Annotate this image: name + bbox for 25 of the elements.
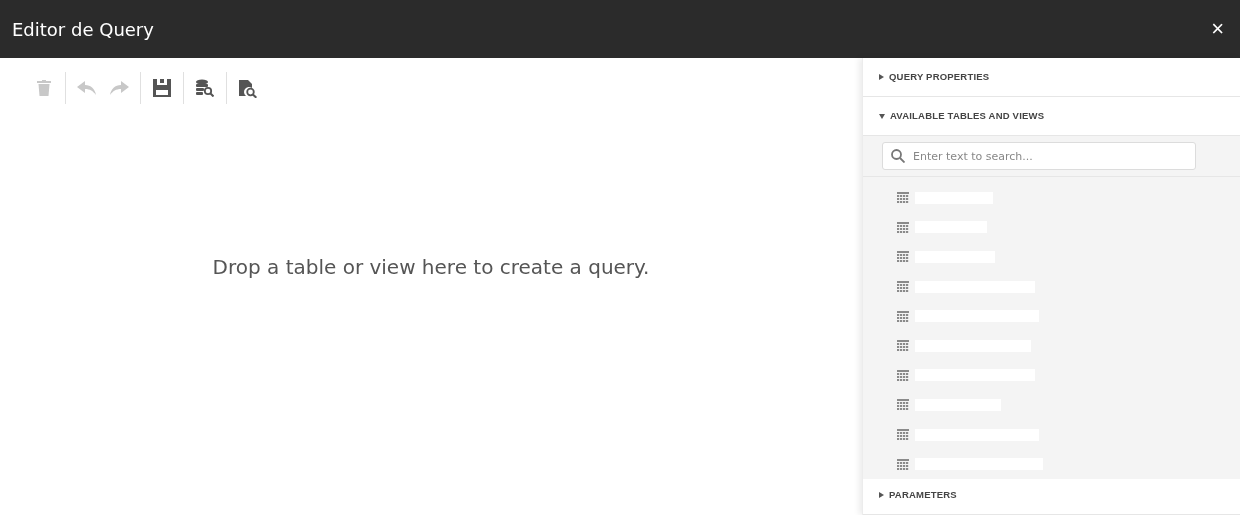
section-header[interactable]: PARAMETERS	[863, 476, 1240, 515]
window-title: Editor de Query	[12, 17, 154, 42]
redo-arrow-icon	[109, 80, 129, 96]
document-search-icon	[239, 78, 257, 98]
search-icon	[891, 149, 905, 163]
caret-right-icon	[879, 492, 884, 498]
section-header[interactable]: QUERY PROPERTIES	[863, 58, 1240, 97]
table-grid-icon	[897, 399, 909, 411]
table-grid-icon	[897, 281, 909, 293]
table-grid-icon	[897, 192, 909, 204]
table-grid-icon	[897, 340, 909, 352]
caret-down-icon	[879, 113, 885, 119]
search-field[interactable]: Enter text to search...	[882, 142, 1196, 170]
table-grid-icon	[897, 369, 909, 381]
table-grid-icon	[897, 429, 909, 441]
table-grid-icon	[897, 310, 909, 322]
undo-arrow-icon	[77, 80, 97, 96]
table-grid-icon	[897, 221, 909, 233]
database-search-icon	[196, 79, 214, 97]
table-grid-icon	[897, 458, 909, 470]
table-grid-icon	[897, 251, 909, 263]
close-button[interactable]: ×	[1207, 18, 1228, 40]
drop-hint: Drop a table or view here to create a query.	[212, 253, 650, 281]
caret-right-icon	[879, 74, 884, 80]
trash-icon	[37, 80, 51, 96]
